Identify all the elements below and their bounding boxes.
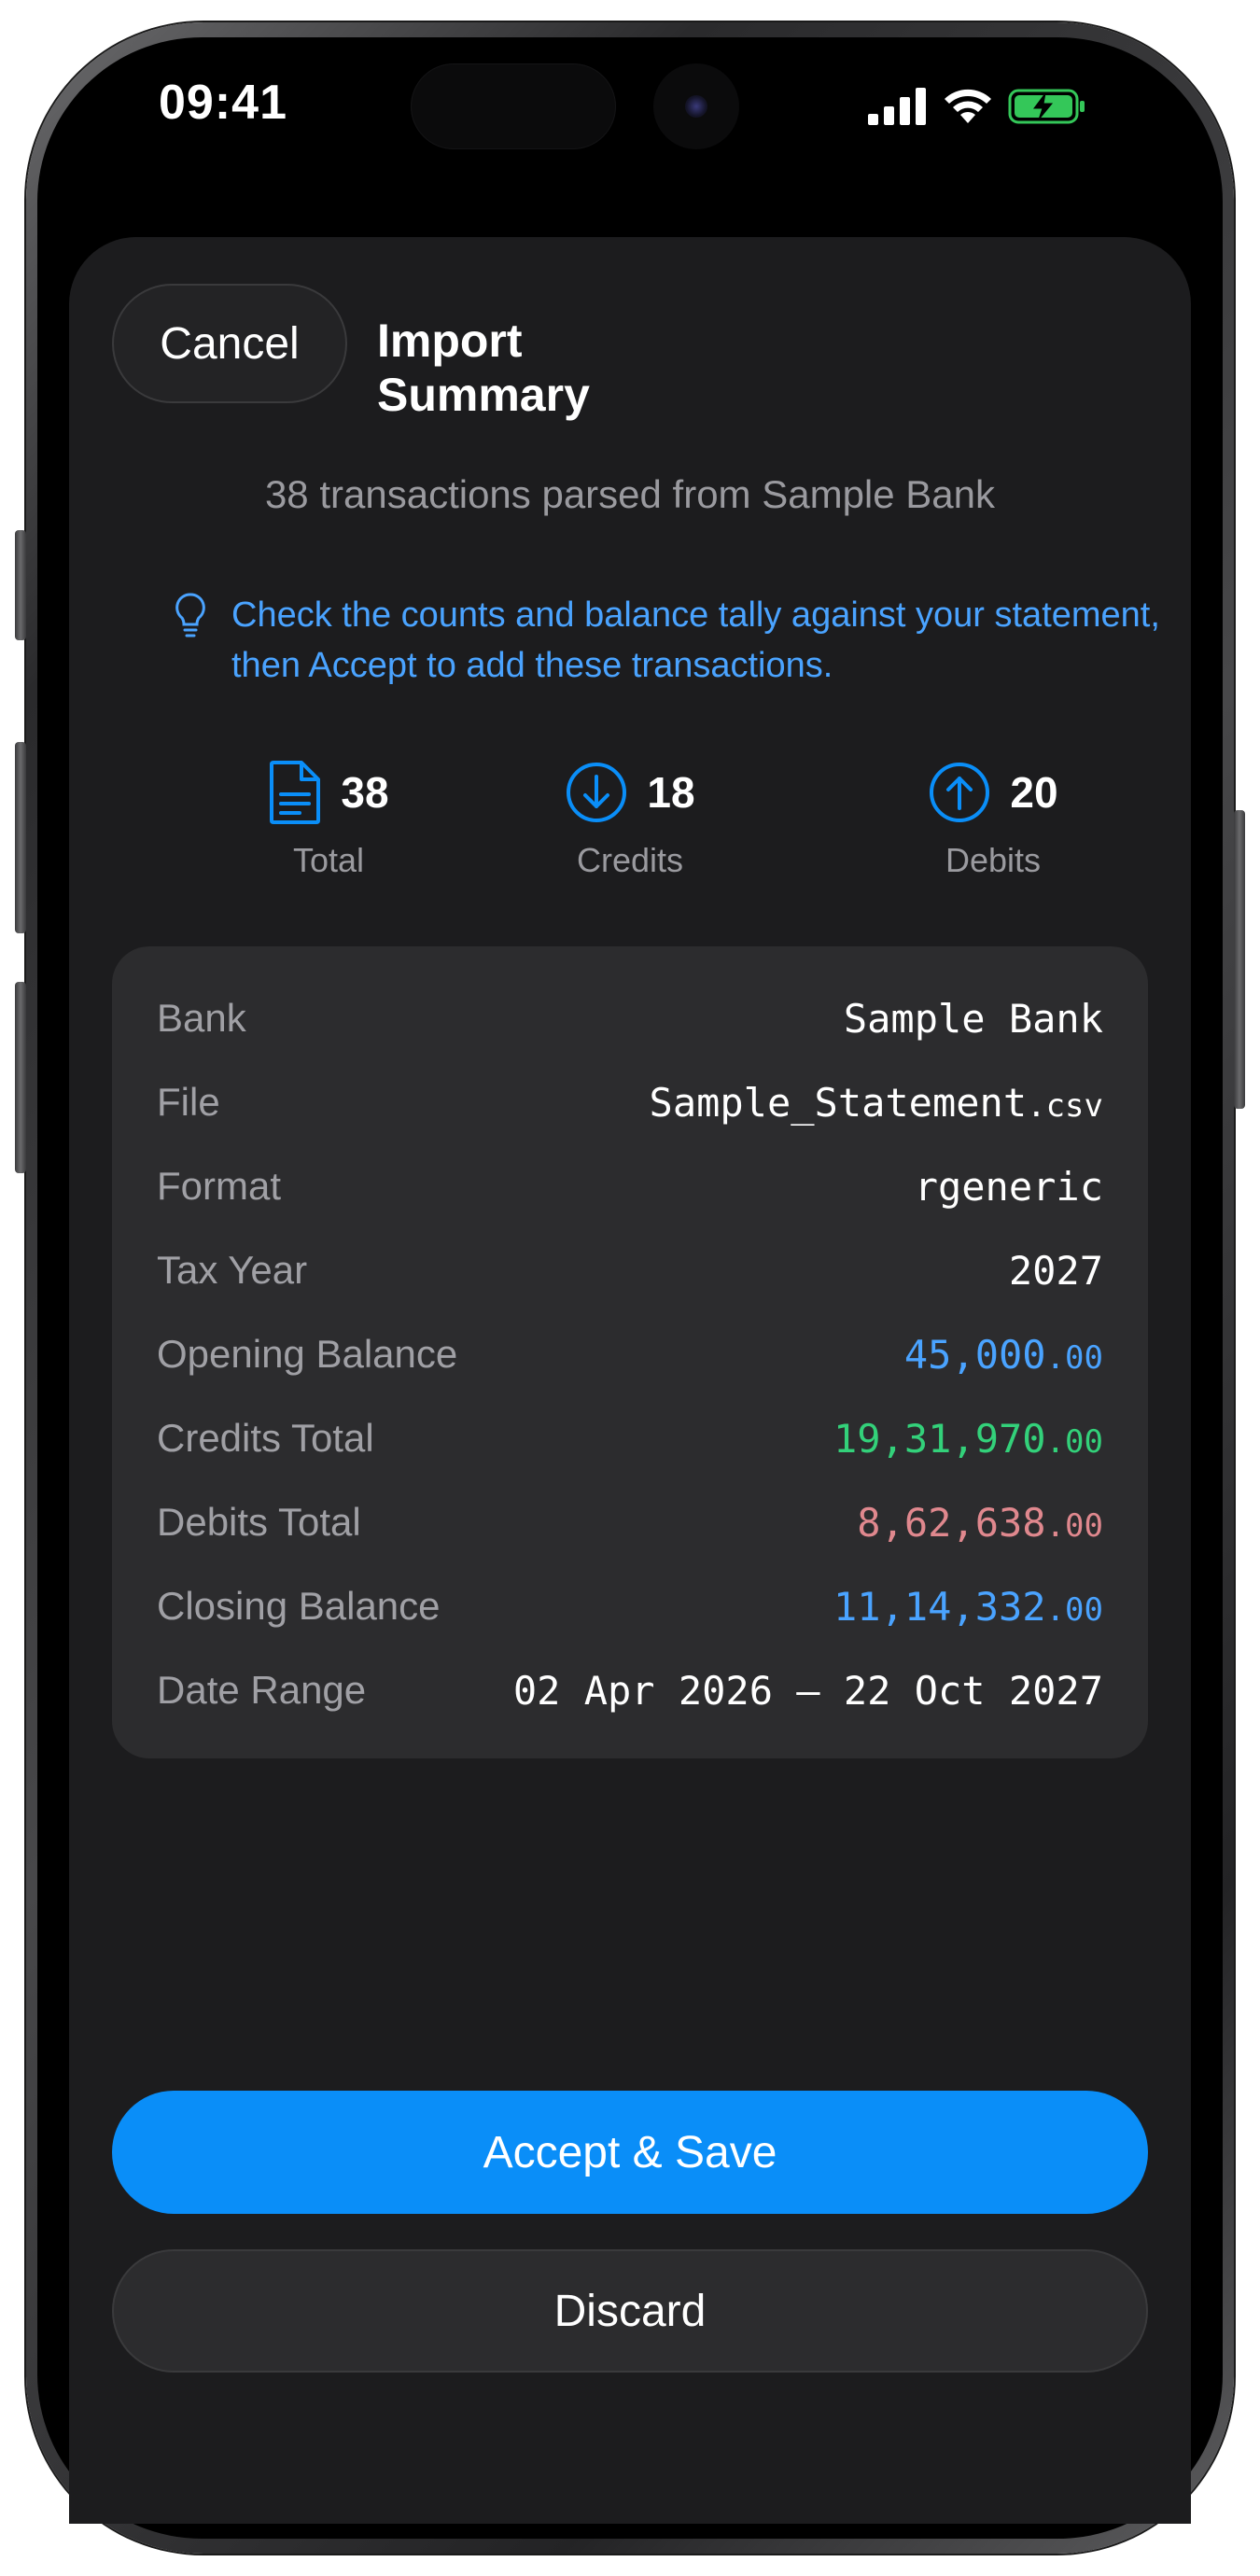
- detail-row-opening-balance: Opening Balance 45,000.00: [157, 1322, 1103, 1387]
- cellular-signal-icon: [868, 88, 926, 125]
- arrow-down-circle-icon: [567, 763, 627, 822]
- stat-total-head: 38: [189, 755, 469, 830]
- battery-charging-icon: [1008, 89, 1085, 124]
- stats-row: 38 Total 18 Credits 20 Debits: [69, 755, 1191, 895]
- debits-total-value: 8,62,638.00: [857, 1500, 1103, 1546]
- stat-debits-label: Debits: [945, 841, 1042, 879]
- detail-label: Date Range: [157, 1668, 367, 1712]
- detail-row-file: File Sample_Statement.csv: [157, 1070, 1103, 1135]
- closing-balance-value: 11,14,332.00: [833, 1584, 1103, 1630]
- detail-row-credits-total: Credits Total 19,31,970.00: [157, 1406, 1103, 1471]
- detail-row-debits-total: Debits Total 8,62,638.00: [157, 1490, 1103, 1555]
- detail-label: Debits Total: [157, 1500, 361, 1544]
- tax-year-value: 2027: [1008, 1247, 1103, 1294]
- stat-credits-head: 18: [490, 755, 770, 830]
- details-card: Bank Sample Bank File Sample_Statement.c…: [112, 946, 1148, 1758]
- stat-debits-head: 20: [853, 755, 1133, 830]
- accept-save-button[interactable]: Accept & Save: [112, 2091, 1148, 2214]
- detail-label: Closing Balance: [157, 1584, 441, 1628]
- volume-down-button: [15, 982, 26, 1173]
- stat-credits-label: Credits: [576, 841, 684, 879]
- detail-label: Opening Balance: [157, 1332, 458, 1376]
- date-range-value: 02 Apr 2026 — 22 Oct 2027: [512, 1667, 1103, 1714]
- status-icons: [868, 78, 1086, 134]
- amount-decimal: .00: [1045, 1338, 1103, 1377]
- parsed-summary-text: 38 transactions parsed from Sample Bank: [264, 472, 996, 516]
- lightbulb-icon: [175, 593, 205, 637]
- detail-label: Tax Year: [157, 1248, 308, 1292]
- status-time: 09:41: [159, 76, 287, 130]
- wifi-icon: [945, 89, 991, 123]
- opening-balance-value: 45,000.00: [904, 1332, 1103, 1378]
- detail-row-format: Format rgeneric: [157, 1154, 1103, 1219]
- import-summary-sheet: Cancel Import Summary 38 transactions pa…: [69, 237, 1191, 2524]
- amount-integer: 11,14,332: [833, 1583, 1046, 1630]
- tip-text: Check the counts and balance tally again…: [231, 595, 1160, 685]
- stat-credits-value: 18: [647, 768, 695, 817]
- amount-decimal: .00: [1045, 1422, 1103, 1461]
- power-button: [1234, 810, 1245, 1109]
- detail-label: File: [157, 1080, 220, 1124]
- detail-row-date-range: Date Range 02 Apr 2026 — 22 Oct 2027: [157, 1658, 1103, 1723]
- stat-total-label: Total: [292, 841, 365, 879]
- file-name: Sample_Statement: [649, 1079, 1028, 1126]
- document-icon: [270, 761, 321, 824]
- amount-integer: 45,000: [903, 1331, 1046, 1378]
- detail-label: Format: [157, 1164, 282, 1208]
- stat-credits: 18 Credits: [490, 755, 770, 895]
- volume-up-button: [15, 742, 26, 933]
- stat-debits: 20 Debits: [853, 755, 1133, 895]
- file-value: Sample_Statement.csv: [650, 1080, 1103, 1126]
- action-button: [15, 530, 26, 640]
- discard-button[interactable]: Discard: [112, 2249, 1148, 2373]
- stat-debits-value: 20: [1010, 768, 1058, 817]
- bank-value: Sample Bank: [843, 995, 1103, 1042]
- detail-label: Bank: [157, 996, 246, 1040]
- stat-total-value: 38: [341, 768, 389, 817]
- arrow-up-circle-icon: [930, 763, 990, 822]
- tip-banner: Check the counts and balance tally again…: [172, 590, 1161, 691]
- front-camera: [653, 63, 739, 149]
- format-value: rgeneric: [914, 1163, 1103, 1210]
- detail-row-closing-balance: Closing Balance 11,14,332.00: [157, 1574, 1103, 1639]
- cancel-button[interactable]: Cancel: [112, 284, 347, 403]
- dynamic-island-pill: [411, 63, 616, 149]
- file-extension: .csv: [1027, 1086, 1103, 1125]
- amount-decimal: .00: [1045, 1590, 1103, 1629]
- amount-integer: 19,31,970: [833, 1415, 1046, 1462]
- amount-integer: 8,62,638: [857, 1499, 1046, 1546]
- sheet-title: Import Summary: [377, 315, 590, 421]
- detail-row-bank: Bank Sample Bank: [157, 986, 1103, 1051]
- detail-label: Credits Total: [157, 1416, 374, 1460]
- amount-decimal: .00: [1045, 1506, 1103, 1545]
- credits-total-value: 19,31,970.00: [833, 1416, 1103, 1462]
- stat-total: 38 Total: [189, 755, 469, 895]
- detail-row-tax-year: Tax Year 2027: [157, 1238, 1103, 1303]
